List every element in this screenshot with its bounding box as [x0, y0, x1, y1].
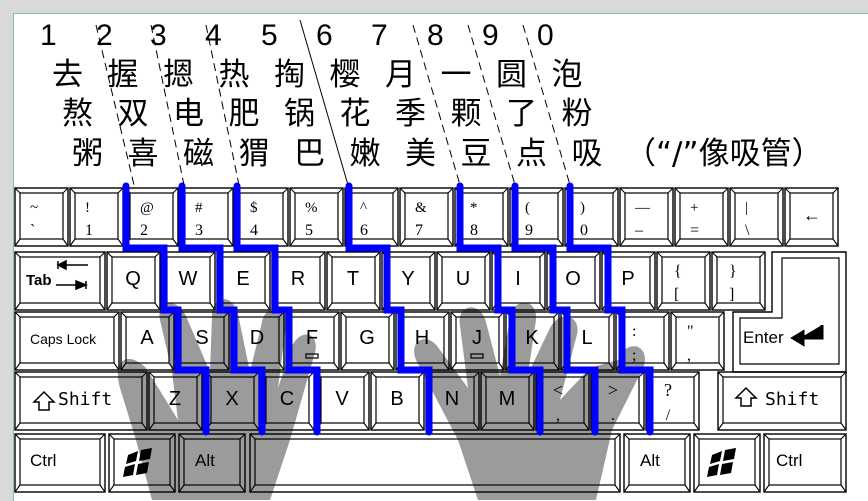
- mnemonic-char-row1: 泡: [551, 57, 583, 93]
- mnemonic-number-2: 2: [96, 19, 113, 52]
- mnemonic-char-row2: 花: [339, 96, 371, 132]
- finger-guide-line: [456, 182, 544, 436]
- mnemonic-char-row3: 吸: [571, 136, 603, 172]
- mnemonic-char-row3: 巴: [294, 136, 325, 172]
- mnemonic-char-row2: 颗: [450, 96, 482, 132]
- mnemonic-note: （“/”像吸管）: [625, 136, 823, 172]
- mnemonic-number-5: 5: [261, 19, 278, 52]
- mnemonic-char-row2: 双: [117, 96, 149, 132]
- mnemonic-char-row3: 喜: [127, 136, 159, 172]
- mnemonic-number-9: 9: [482, 19, 499, 52]
- mnemonic-number-3: 3: [150, 19, 167, 52]
- mnemonic-char-row1: 一: [440, 57, 472, 93]
- finger-guide-line: [233, 182, 321, 436]
- mnemonic-number-1: 1: [40, 19, 57, 52]
- mnemonic-char-row3: 猬: [238, 136, 270, 172]
- mnemonic-char-row3: 嫩: [349, 136, 381, 172]
- mnemonic-char-row1: 握: [107, 57, 139, 93]
- mnemonic-char-row1: 圆: [496, 57, 527, 93]
- finger-guide-line: [511, 182, 599, 436]
- mnemonic-char-row2: 熬: [62, 96, 93, 132]
- finger-guide-line: [345, 182, 433, 436]
- mnemonic-char-row3: 粥: [72, 136, 103, 172]
- mnemonic-char-row1: 去: [52, 57, 83, 93]
- finger-guide-line: [178, 182, 266, 436]
- mnemonic-number-7: 7: [371, 19, 388, 52]
- mnemonic-char-row2: 电: [173, 96, 204, 132]
- mnemonic-char-row2: 季: [395, 96, 426, 132]
- finger-guide-line: [122, 182, 210, 436]
- mnemonic-char-row2: 锅: [284, 96, 315, 132]
- mnemonic-char-row3: 点: [516, 136, 547, 172]
- mnemonic-char-row3: 豆: [460, 136, 492, 172]
- finger-guide-line: [566, 182, 654, 436]
- mnemonic-number-8: 8: [427, 19, 444, 52]
- mnemonic-number-6: 6: [316, 19, 333, 52]
- mnemonic-char-row3: 美: [405, 136, 436, 172]
- mnemonic-char-row2: 肥: [228, 96, 260, 132]
- mnemonic-number-4: 4: [205, 19, 222, 52]
- keyboard-diagram: ~ `! 1 @2 #3 $4% 5 ^ 6 & 7 * 8(9) 0— – + = | \ ← Tab Q W E R T Y U I…: [0, 0, 868, 500]
- mnemonic-char-row1: 月: [385, 57, 416, 93]
- mnemonic-char-row1: 樱: [329, 57, 361, 93]
- mnemonic-char-row2: 粉: [561, 96, 593, 132]
- mnemonic-number-0: 0: [537, 19, 554, 52]
- mnemonic-char-row1: 摁: [163, 57, 194, 93]
- mnemonic-char-row1: 掏: [274, 57, 305, 93]
- mnemonic-char-row3: 磁: [183, 136, 214, 172]
- mnemonic-char-row1: 热: [218, 57, 250, 93]
- mnemonic-char-row2: 了: [506, 96, 537, 132]
